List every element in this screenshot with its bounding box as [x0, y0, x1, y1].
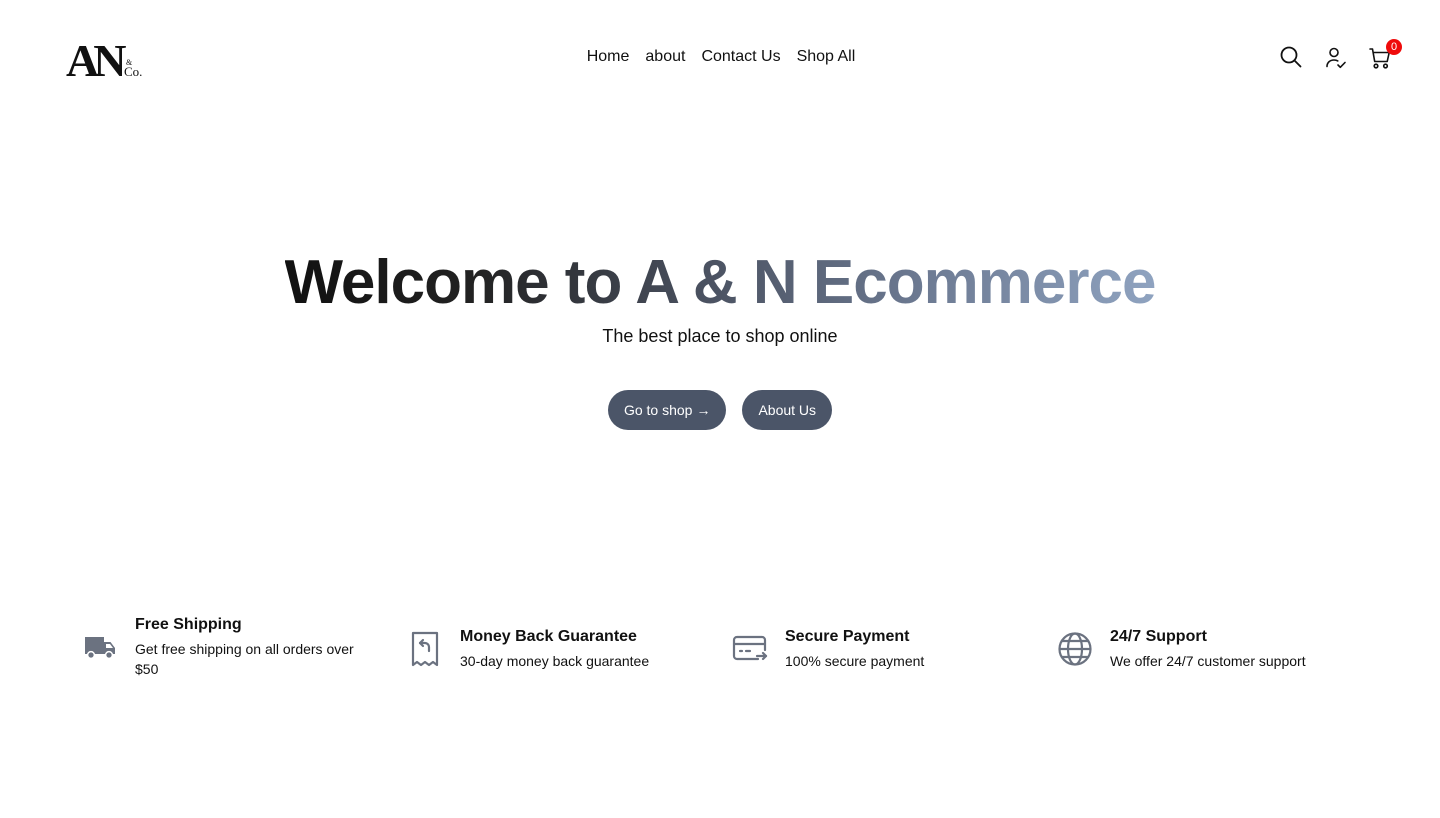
feature-title: Free Shipping — [135, 616, 242, 633]
feature-support: 24/7 Support We offer 24/7 customer supp… — [1057, 626, 1306, 671]
feature-title: 24/7 Support — [1110, 628, 1207, 645]
feature-free-shipping: Free Shipping Get free shipping on all o… — [82, 614, 375, 679]
feature-description: Get free shipping on all orders over $50 — [135, 641, 354, 677]
main-nav: Home about Contact Us Shop All — [0, 47, 1440, 67]
user-check-icon — [1326, 47, 1346, 69]
hero-section: Welcome to A & N Ecommerce The best plac… — [0, 246, 1440, 430]
hero-buttons: Go to shop → About Us — [0, 390, 1440, 430]
nav-home[interactable]: Home — [587, 47, 630, 67]
search-button[interactable] — [1278, 44, 1304, 70]
nav-about[interactable]: about — [645, 47, 685, 67]
receipt-refund-icon — [407, 631, 443, 667]
go-to-shop-label: Go to shop — [623, 402, 693, 418]
about-us-label: About Us — [758, 402, 817, 418]
page: AN & Co. Home about Contact Us Shop All — [0, 0, 1440, 818]
feature-money-back: Money Back Guarantee 30-day money back g… — [407, 626, 649, 671]
hero-subtitle: The best place to shop online — [602, 326, 838, 346]
feature-secure-payment: Secure Payment 100% secure payment — [732, 626, 924, 671]
feature-title: Secure Payment — [785, 628, 910, 645]
credit-card-icon — [732, 631, 768, 667]
go-to-shop-button[interactable]: Go to shop → — [607, 390, 727, 430]
cart-count-badge: 0 — [1386, 39, 1402, 55]
about-us-button[interactable]: About Us — [742, 390, 833, 430]
site-header: AN & Co. Home about Contact Us Shop All — [0, 0, 1440, 114]
account-button[interactable] — [1323, 45, 1349, 71]
nav-shop-all[interactable]: Shop All — [797, 47, 856, 67]
nav-contact-us[interactable]: Contact Us — [701, 47, 780, 67]
feature-title: Money Back Guarantee — [460, 628, 637, 645]
arrow-right-icon: → — [696, 402, 711, 418]
feature-description: 30-day money back guarantee — [460, 653, 650, 669]
feature-description: 100% secure payment — [785, 653, 925, 669]
truck-icon — [82, 629, 118, 665]
search-icon — [1280, 46, 1302, 68]
globe-icon — [1057, 631, 1093, 667]
hero-title: Welcome to A & N Ecommerce — [285, 246, 1157, 320]
feature-description: We offer 24/7 customer support — [1110, 653, 1306, 669]
features-section: Free Shipping Get free shipping on all o… — [82, 614, 1382, 694]
